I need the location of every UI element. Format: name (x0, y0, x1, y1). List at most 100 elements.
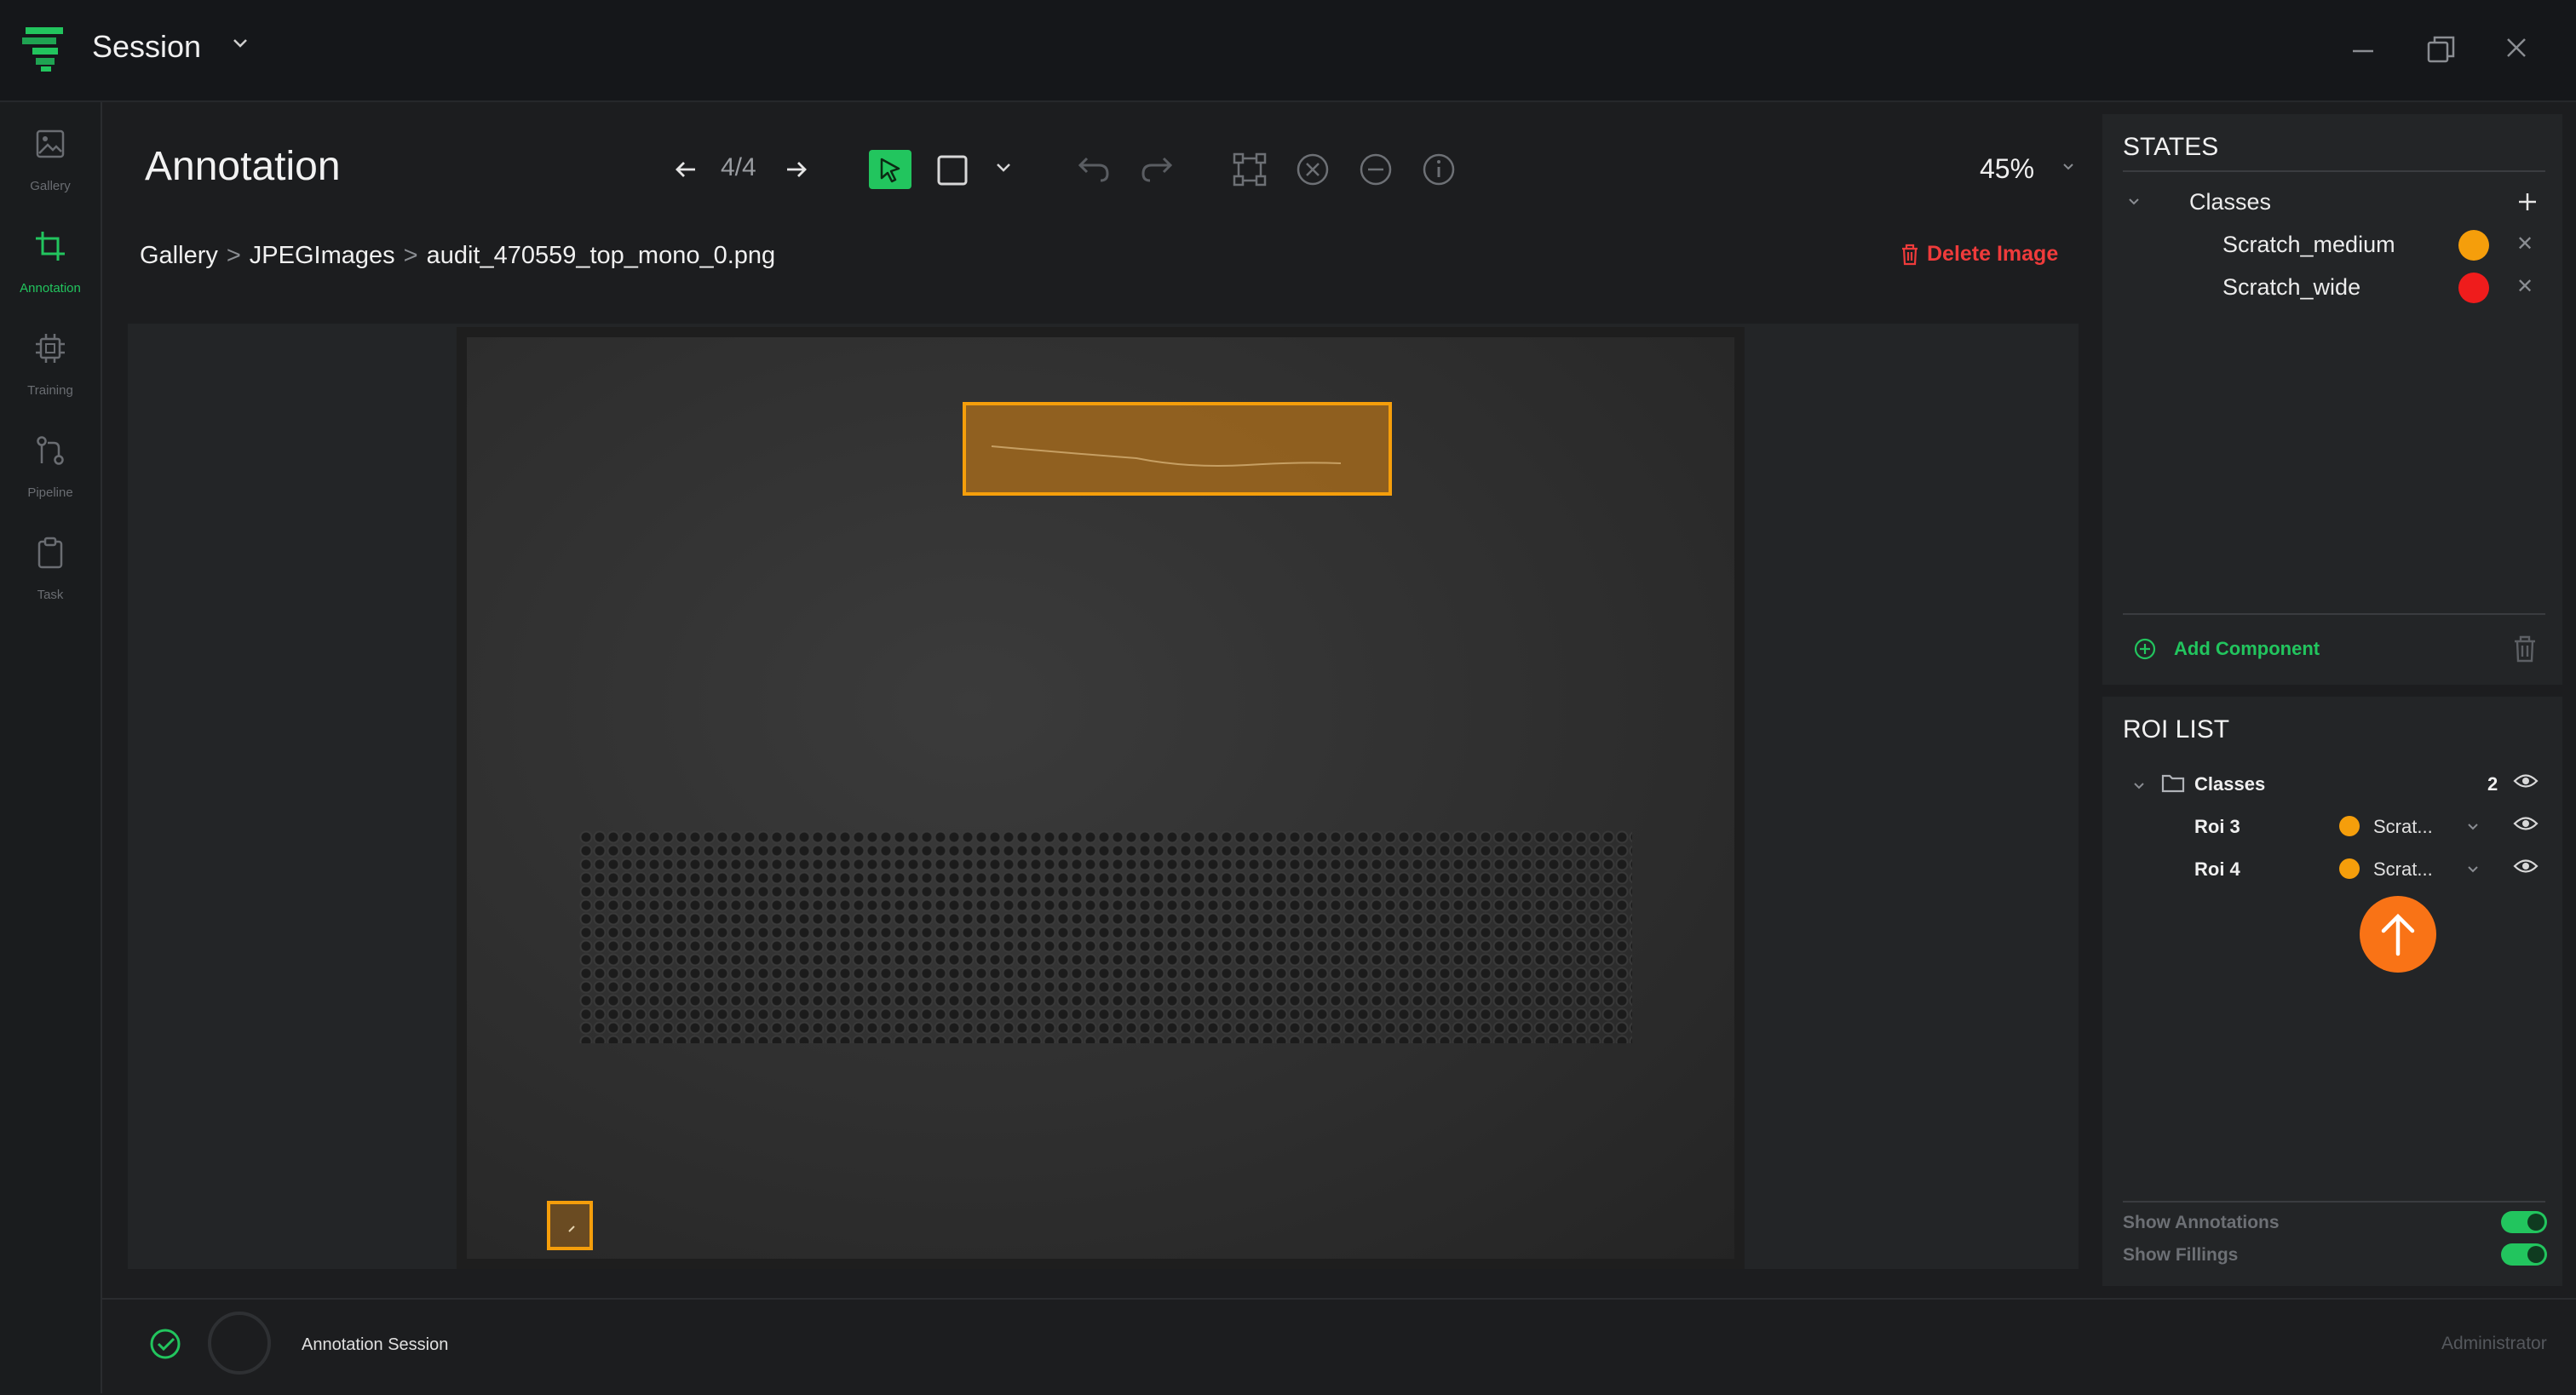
nav-label: Annotation (20, 281, 81, 296)
nav-label: Gallery (30, 179, 71, 193)
redo-icon (1141, 157, 1173, 182)
arrow-left-icon (676, 162, 695, 177)
remove-button[interactable] (1358, 152, 1394, 187)
next-image-button[interactable] (782, 155, 811, 184)
zoom-level[interactable]: 45% (1980, 153, 2034, 185)
breadcrumb-filename: audit_470559_top_mono_0.png (426, 242, 776, 269)
add-class-icon[interactable] (2516, 191, 2539, 213)
breadcrumb: Gallery > JPEGImages > audit_470559_top_mono… (140, 242, 775, 270)
roi-list-title: ROI LIST (2123, 715, 2230, 743)
roi-list-panel: ROI LIST Classes 2 Roi 3 Scrat... Roi 4 … (2102, 697, 2562, 1286)
gallery-icon (34, 128, 66, 160)
clear-button[interactable] (1295, 152, 1331, 187)
title-bar (0, 0, 2576, 102)
roi-color-dot (2339, 816, 2360, 836)
folder-icon (2160, 772, 2186, 794)
pipeline-icon (34, 434, 66, 467)
roi-box-roi-3[interactable] (963, 402, 1392, 496)
progress-ring (208, 1312, 271, 1375)
delete-image-label: Delete Image (1927, 242, 2059, 266)
roi-group-label: Classes (2194, 773, 2266, 795)
undo-icon (1078, 157, 1109, 182)
nav-label: Task (37, 588, 64, 602)
add-component-label: Add Component (2174, 638, 2320, 659)
check-circle-icon (148, 1327, 182, 1361)
roi-item-name[interactable]: Roi 3 (2194, 816, 2240, 838)
class-color-swatch[interactable] (2458, 273, 2489, 303)
roi-color-dot (2339, 858, 2360, 879)
delete-image-button[interactable]: Delete Image (1900, 242, 2058, 267)
rectangle-icon (937, 155, 968, 186)
user-role: Administrator (2441, 1334, 2547, 1353)
arrow-up-icon (2381, 913, 2415, 956)
divider (2123, 170, 2545, 172)
states-panel: STATES Classes Scratch_medium ✕ Scratch_… (2102, 114, 2562, 685)
roi-item-name[interactable]: Roi 4 (2194, 858, 2240, 881)
roi-box-roi-4[interactable] (547, 1201, 593, 1250)
close-window-icon[interactable] (2501, 32, 2532, 63)
select-tool-button[interactable] (869, 150, 911, 189)
rectangle-tool-button[interactable] (935, 153, 969, 187)
delete-component-icon[interactable] (2511, 634, 2539, 664)
roi-class-select[interactable]: Scrat... (2373, 858, 2433, 881)
session-title[interactable]: Session (92, 29, 201, 65)
class-name-scratch-medium[interactable]: Scratch_medium (2222, 232, 2395, 258)
nav-item-training[interactable]: Training (0, 324, 101, 417)
page-title: Annotation (145, 144, 341, 189)
add-component-button[interactable]: Add Component (2133, 637, 2320, 661)
chevron-down-icon[interactable] (2467, 865, 2479, 874)
crop-icon (34, 230, 66, 262)
states-title: STATES (2123, 133, 2219, 161)
roi-count: 2 (2487, 773, 2498, 795)
remove-class-icon[interactable]: ✕ (2516, 232, 2533, 256)
class-color-swatch[interactable] (2458, 230, 2489, 261)
divider (2123, 613, 2545, 615)
divider (2123, 1201, 2545, 1203)
restore-window-icon[interactable] (2424, 32, 2458, 66)
transform-tool-button[interactable] (1232, 152, 1268, 187)
chevron-down-icon[interactable] (232, 37, 249, 49)
chevron-down-icon[interactable] (2467, 823, 2479, 831)
plus-circle-icon (2134, 638, 2156, 660)
trash-icon (1902, 244, 1918, 265)
redo-button[interactable] (1140, 153, 1176, 184)
eye-icon[interactable] (2513, 857, 2539, 875)
nav-item-pipeline[interactable]: Pipeline (0, 426, 101, 520)
nav-item-gallery[interactable]: Gallery (0, 119, 101, 213)
circle-minus-icon (1360, 153, 1392, 186)
tool-dropdown-chevron-icon[interactable] (995, 162, 1012, 174)
breadcrumb-jpegimages[interactable]: JPEGImages (250, 242, 395, 269)
eye-icon[interactable] (2513, 772, 2539, 790)
show-annotations-toggle[interactable] (2501, 1211, 2547, 1233)
scroll-to-top-button[interactable] (2360, 896, 2436, 973)
undo-button[interactable] (1075, 153, 1111, 184)
collapse-chevron-icon[interactable] (2128, 198, 2140, 206)
image-counter: 4/4 (721, 153, 756, 181)
class-name-scratch-wide[interactable]: Scratch_wide (2222, 274, 2360, 301)
nav-item-task[interactable]: Task (0, 528, 101, 622)
minimize-window-icon[interactable] (2348, 32, 2378, 63)
app-logo-icon (20, 24, 68, 73)
scratch-mark (991, 445, 1342, 467)
info-icon (1423, 153, 1455, 186)
show-fillings-label: Show Fillings (2123, 1245, 2239, 1265)
info-button[interactable] (1421, 152, 1457, 187)
breadcrumb-gallery[interactable]: Gallery (140, 242, 218, 269)
show-fillings-toggle[interactable] (2501, 1243, 2547, 1266)
states-group-label: Classes (2189, 189, 2272, 215)
collapse-chevron-icon[interactable] (2133, 782, 2145, 790)
circle-x-icon (1297, 153, 1329, 186)
zoom-chevron-down-icon[interactable] (2061, 162, 2075, 172)
clipboard-icon (34, 537, 66, 569)
eye-icon[interactable] (2513, 814, 2539, 833)
cursor-icon (880, 158, 900, 183)
breadcrumb-separator: > (226, 242, 241, 269)
nav-label: Training (27, 383, 73, 398)
show-annotations-label: Show Annotations (2123, 1213, 2280, 1232)
scratch-mark (568, 1226, 575, 1232)
remove-class-icon[interactable]: ✕ (2516, 274, 2533, 299)
roi-class-select[interactable]: Scrat... (2373, 816, 2433, 838)
nav-item-annotation[interactable]: Annotation (0, 221, 101, 315)
status-bar (102, 1298, 2576, 1395)
previous-image-button[interactable] (671, 155, 700, 184)
